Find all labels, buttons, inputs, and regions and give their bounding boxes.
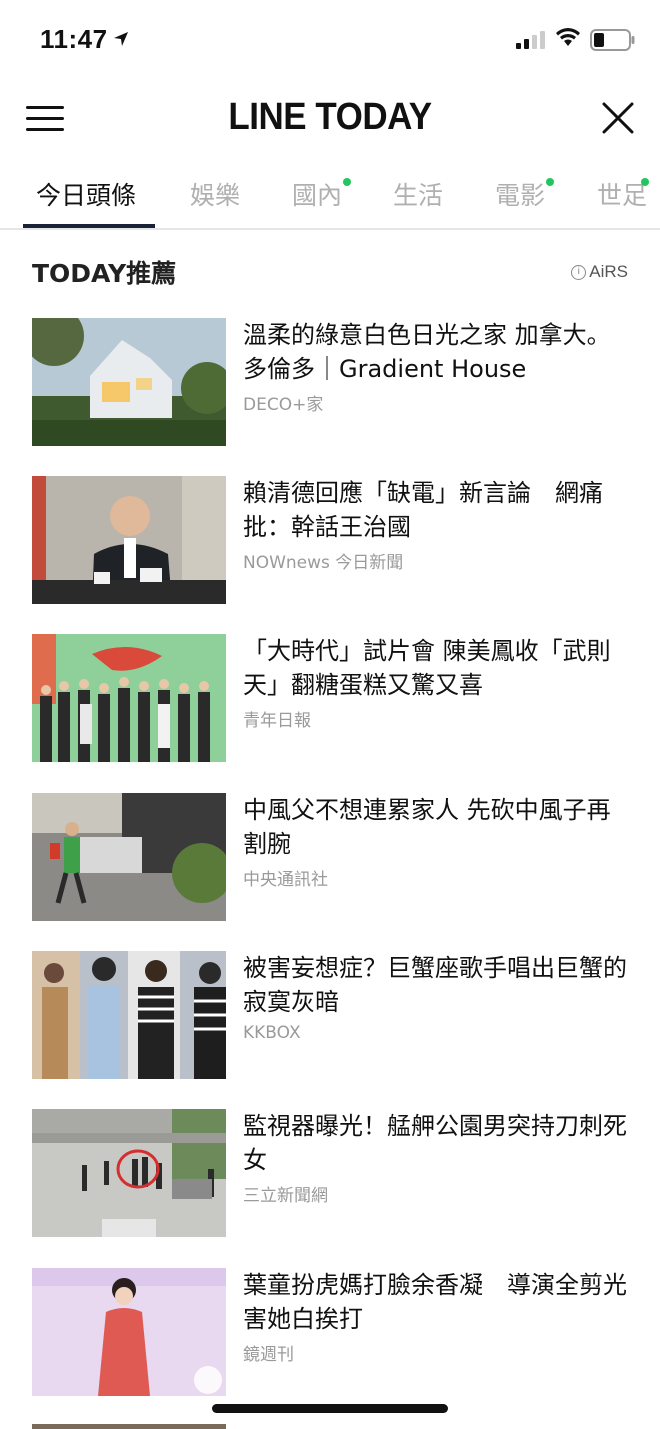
article-item[interactable]: 溫柔的綠意白色日光之家 加拿大。多倫多｜Gradient House DECO+…	[32, 318, 632, 448]
article-thumbnail	[32, 951, 226, 1079]
article-source: 鏡週刊	[243, 1345, 294, 1365]
app-header: LINE TODAY	[0, 80, 660, 160]
tab-label: 今日頭條	[36, 181, 137, 210]
article-item[interactable]: 中風父不想連累家人 先砍中風子再割腕 中央通訊社	[32, 793, 632, 923]
article-title: 「大時代」試片會 陳美鳳收「武則天」翻糖蛋糕又驚又喜	[243, 637, 611, 699]
article-thumbnail	[32, 793, 226, 921]
article-thumbnail	[32, 634, 226, 762]
article-title: 中風父不想連累家人 先砍中風子再割腕	[243, 796, 611, 858]
airs-badge[interactable]: i AiRS	[571, 262, 628, 282]
tab-entertainment[interactable]: 娛樂	[190, 176, 240, 212]
location-arrow-icon	[114, 32, 128, 46]
article-title: 葉童扮虎媽打臉余香凝 導演全剪光害她白挨打	[243, 1271, 627, 1333]
section-title: TODAY推薦	[32, 259, 177, 288]
brand-logo: LINE TODAY	[228, 96, 432, 138]
article-title: 被害妄想症？巨蟹座歌手唱出巨蟹的寂寞灰暗	[243, 954, 627, 1016]
tab-movies[interactable]: 電影	[495, 176, 555, 212]
tab-label: 生活	[393, 181, 444, 210]
status-time: 11:47	[40, 24, 108, 54]
info-icon: i	[571, 264, 587, 280]
cellular-signal-icon	[516, 31, 545, 49]
tab-life[interactable]: 生活	[393, 176, 443, 212]
article-item[interactable]: 葉童扮虎媽打臉余香凝 導演全剪光害她白挨打 鏡週刊	[32, 1268, 632, 1398]
article-item[interactable]: 被害妄想症？巨蟹座歌手唱出巨蟹的寂寞灰暗 KKBOX	[32, 951, 632, 1081]
article-thumbnail	[32, 1109, 226, 1237]
airs-label: AiRS	[589, 262, 628, 281]
tab-label: 娛樂	[190, 181, 241, 210]
article-item[interactable]: 「大時代」試片會 陳美鳳收「武則天」翻糖蛋糕又驚又喜 青年日報	[32, 634, 632, 764]
article-thumbnail	[32, 476, 226, 604]
new-dot-indicator	[641, 178, 650, 186]
article-title: 監視器曝光！艋舺公園男突持刀刺死女	[243, 1112, 627, 1174]
article-item[interactable]: 賴清德回應「缺電」新言論 網痛批：幹話王治國 NOWnews 今日新聞	[32, 476, 632, 606]
category-tabs: 今日頭條 娛樂 國內 生活 電影 世足	[0, 160, 660, 230]
new-dot-indicator	[343, 178, 352, 186]
article-title: 賴清德回應「缺電」新言論 網痛批：幹話王治國	[243, 479, 603, 541]
battery-icon	[590, 29, 635, 51]
home-indicator[interactable]	[212, 1404, 448, 1413]
article-thumbnail	[32, 318, 226, 446]
status-bar: 11:47	[0, 0, 660, 80]
tab-label: 電影	[495, 181, 546, 210]
article-title: 溫柔的綠意白色日光之家 加拿大。多倫多｜Gradient House	[243, 321, 611, 383]
section-header: TODAY推薦 i AiRS	[32, 254, 628, 294]
tab-headlines[interactable]: 今日頭條	[36, 176, 136, 212]
article-thumbnail	[32, 1268, 226, 1396]
active-tab-underline	[23, 224, 155, 228]
tab-world-cup[interactable]: 世足	[597, 176, 650, 212]
tab-domestic[interactable]: 國內	[292, 176, 352, 212]
wifi-icon	[556, 28, 580, 46]
article-item[interactable]: 監視器曝光！艋舺公園男突持刀刺死女 三立新聞網	[32, 1109, 632, 1239]
article-source: DECO+家	[243, 395, 324, 415]
new-dot-indicator	[546, 178, 555, 186]
close-icon[interactable]	[600, 100, 636, 136]
article-source: NOWnews 今日新聞	[243, 553, 404, 573]
tab-label: 世足	[597, 181, 648, 210]
article-source: 青年日報	[243, 711, 311, 731]
article-source: KKBOX	[243, 1023, 301, 1043]
article-source: 三立新聞網	[243, 1186, 328, 1206]
article-source: 中央通訊社	[243, 870, 328, 890]
tab-label: 國內	[292, 181, 343, 210]
next-article-peek	[32, 1424, 226, 1429]
